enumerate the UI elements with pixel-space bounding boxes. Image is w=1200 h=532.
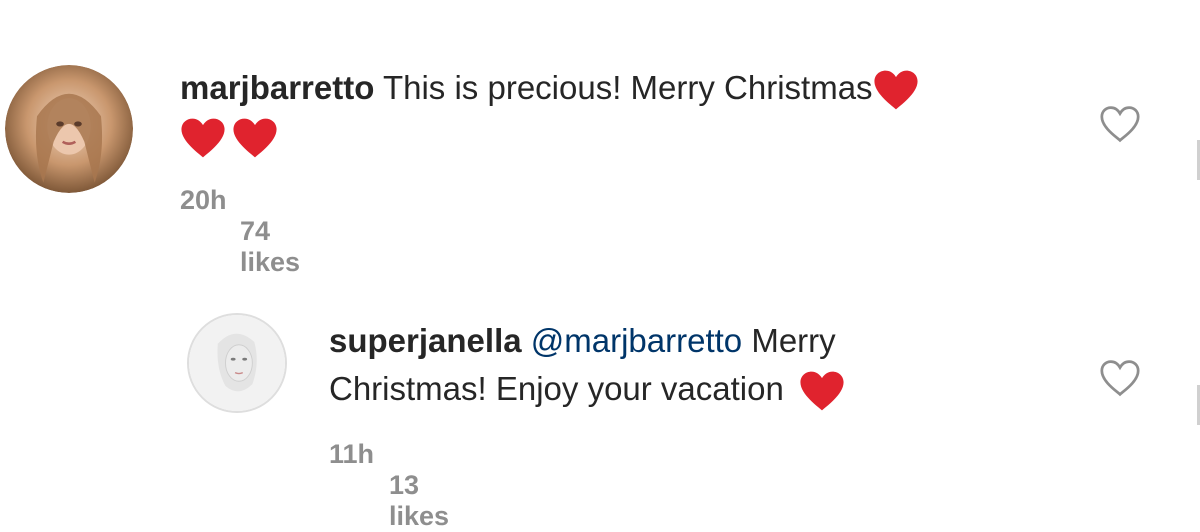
comment-text: marjbarretto This is precious! Merry Chr… [180, 64, 1060, 160]
red-heart-icon [180, 117, 226, 159]
username[interactable]: superjanella [329, 322, 522, 359]
comment-body: This is precious! Merry Christmas [382, 69, 873, 106]
reply-body-line2: Christmas! Enjoy your vacation [329, 370, 784, 407]
mention-link[interactable]: @marjbarretto [531, 322, 742, 359]
timestamp[interactable]: 20h [180, 185, 227, 216]
reply-body-line1: Merry [751, 322, 836, 359]
comment-meta: 20h 74 likes [180, 185, 300, 278]
reply-meta: 11h 13 likes [329, 439, 449, 532]
likes-count[interactable]: 74 likes [240, 216, 300, 278]
timestamp[interactable]: 11h [329, 439, 374, 470]
like-heart-icon[interactable] [1098, 104, 1142, 144]
red-heart-icon [873, 69, 919, 111]
red-heart-icon [232, 117, 278, 159]
like-heart-icon[interactable] [1098, 358, 1142, 398]
likes-count[interactable]: 13 likes [389, 470, 449, 532]
username[interactable]: marjbarretto [180, 69, 374, 106]
avatar[interactable] [5, 65, 133, 193]
red-heart-icon [799, 370, 845, 412]
avatar[interactable] [187, 313, 287, 413]
reply-text: superjanella @marjbarretto Merry Christm… [329, 317, 1029, 413]
